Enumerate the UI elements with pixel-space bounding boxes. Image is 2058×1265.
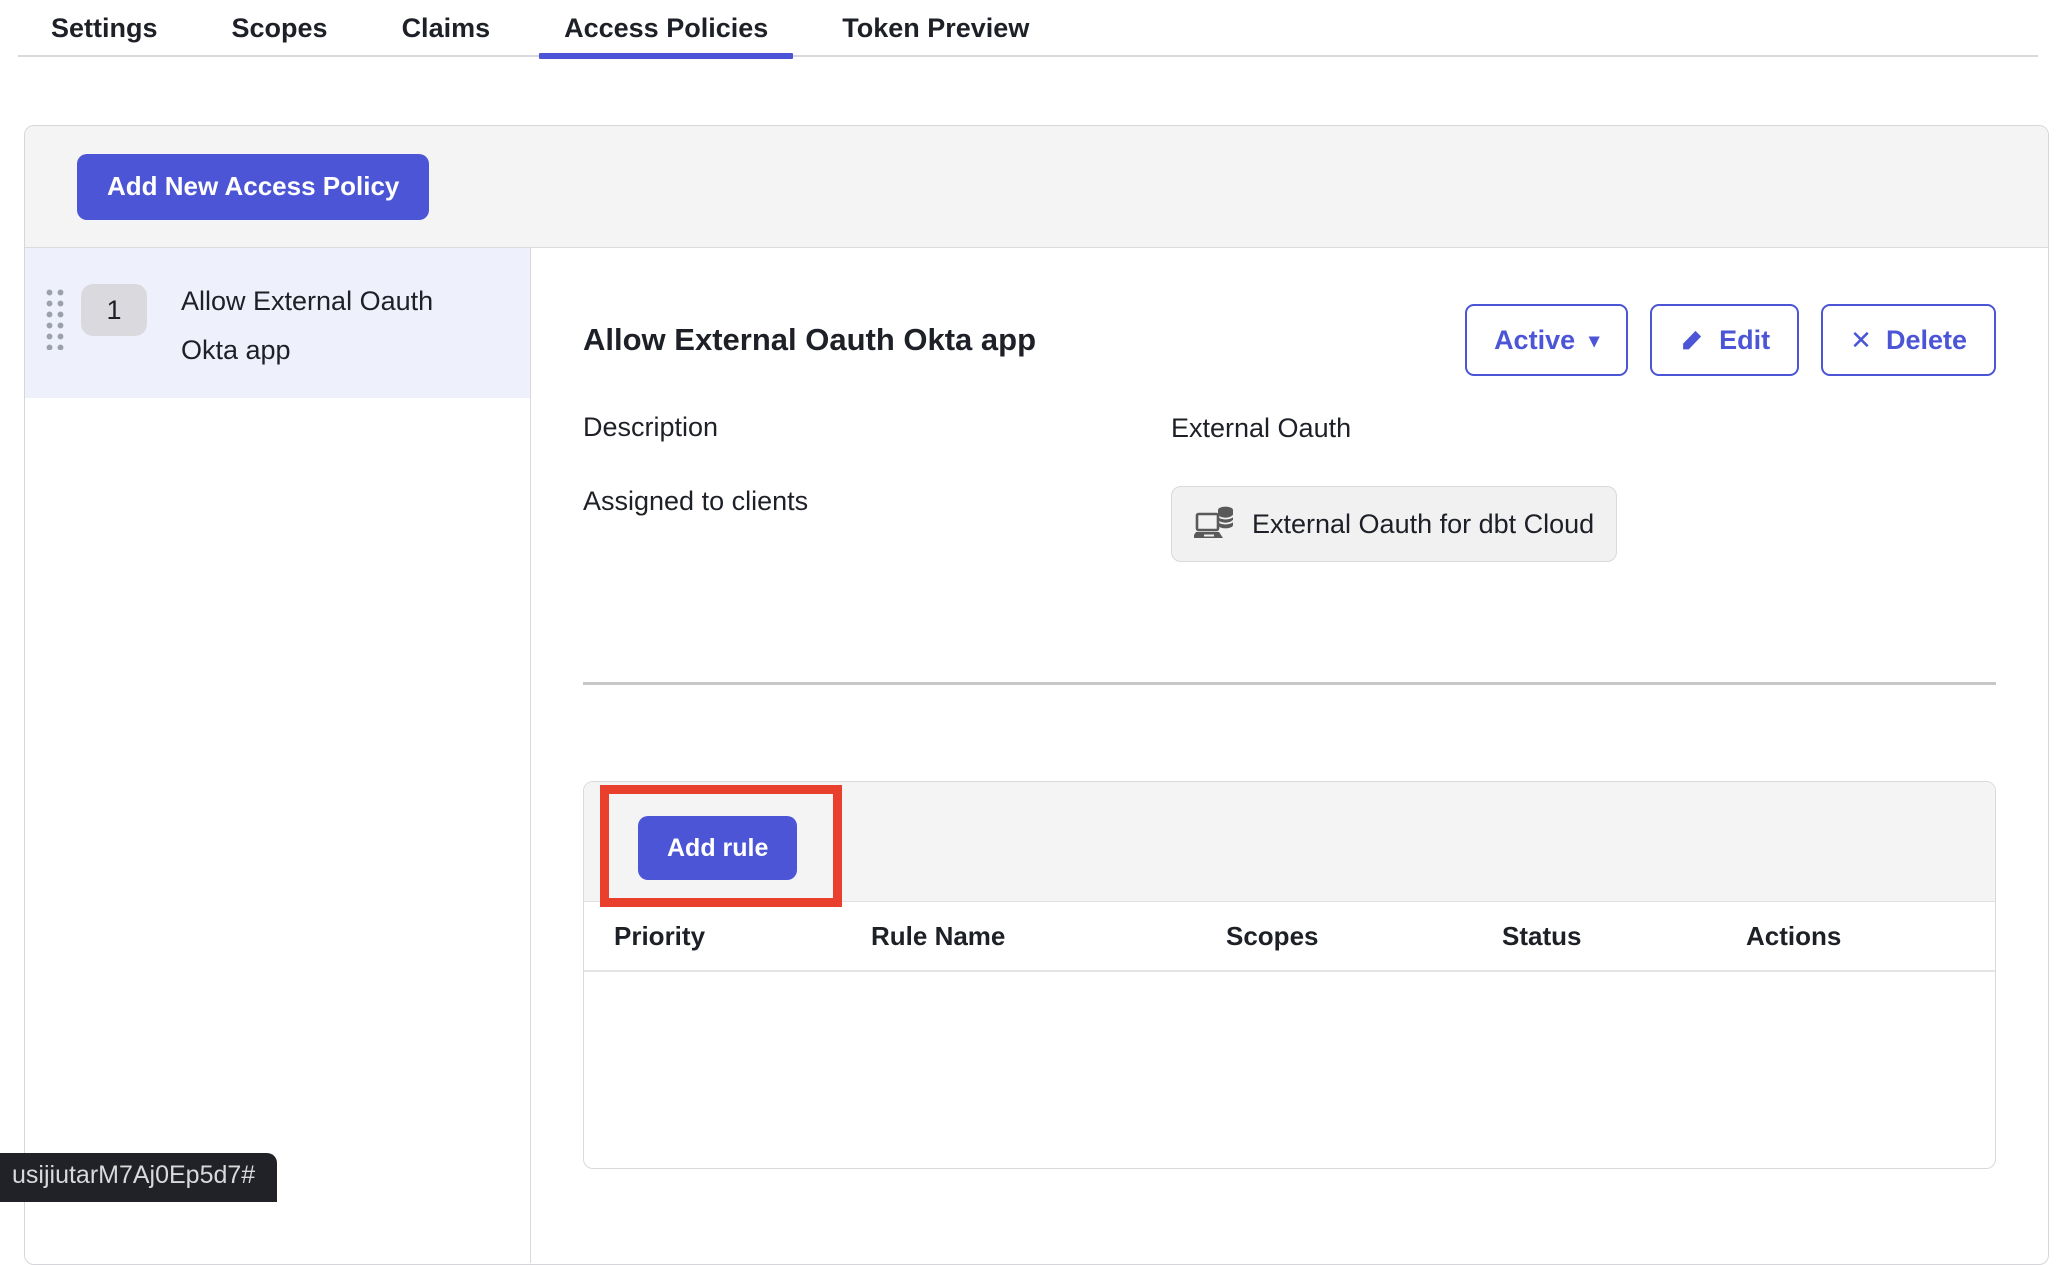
- access-policies-card: Add New Access Policy 1 Allow External O…: [24, 125, 2049, 1265]
- tab-settings-label: Settings: [51, 13, 158, 43]
- close-icon: ✕: [1850, 325, 1872, 356]
- column-header-scopes: Scopes: [1226, 921, 1502, 952]
- column-header-priority: Priority: [614, 921, 871, 952]
- delete-button-label: Delete: [1886, 325, 1967, 356]
- policy-header-row: Allow External Oauth Okta app Active ▾ E…: [583, 304, 1996, 376]
- rules-table-header-row: Priority Rule Name Scopes Status Actions: [584, 902, 1995, 972]
- tab-settings[interactable]: Settings: [51, 0, 158, 55]
- chevron-down-icon: ▾: [1589, 328, 1599, 353]
- policy-info-grid: Description External Oauth Assigned to c…: [583, 412, 1996, 562]
- active-status-label: Active: [1494, 325, 1575, 356]
- section-divider: [583, 682, 1996, 685]
- policy-list-item-label: Allow External Oauth Okta app: [181, 277, 481, 375]
- card-body: 1 Allow External Oauth Okta app Allow Ex…: [25, 248, 2048, 1263]
- policy-detail-panel: Allow External Oauth Okta app Active ▾ E…: [531, 248, 2048, 1263]
- edit-button[interactable]: Edit: [1650, 304, 1799, 376]
- description-value: External Oauth: [1171, 412, 1351, 444]
- assigned-client-chip[interactable]: External Oauth for dbt Cloud: [1171, 486, 1617, 562]
- tab-bar: Settings Scopes Claims Access Policies T…: [18, 0, 2038, 57]
- tab-access-policies[interactable]: Access Policies: [564, 0, 768, 55]
- add-new-access-policy-button[interactable]: Add New Access Policy: [77, 154, 429, 220]
- column-header-actions: Actions: [1746, 921, 1995, 952]
- assigned-client-chip-label: External Oauth for dbt Cloud: [1252, 509, 1594, 540]
- tab-token-preview-label: Token Preview: [842, 13, 1029, 43]
- description-label: Description: [583, 412, 718, 443]
- column-header-rule-name: Rule Name: [871, 921, 1226, 952]
- rules-table-empty-body: [584, 972, 1995, 1164]
- policy-list-sidebar: 1 Allow External Oauth Okta app: [25, 248, 531, 1263]
- active-status-dropdown-button[interactable]: Active ▾: [1465, 304, 1628, 376]
- link-preview-tooltip: usijiutarM7Aj0Ep5d7#: [0, 1153, 277, 1202]
- active-tab-underline: [539, 53, 793, 59]
- tab-token-preview[interactable]: Token Preview: [842, 0, 1029, 55]
- tab-claims-label: Claims: [402, 13, 491, 43]
- drag-dots-icon[interactable]: [43, 286, 65, 350]
- policy-priority-badge: 1: [81, 284, 147, 336]
- column-header-status: Status: [1502, 921, 1746, 952]
- rules-panel-header: Add rule: [584, 782, 1995, 902]
- delete-button[interactable]: ✕ Delete: [1821, 304, 1996, 376]
- policy-action-buttons: Active ▾ Edit ✕ Delete: [1465, 304, 1996, 376]
- rules-panel: Add rule Priority Rule Name Scopes Statu…: [583, 781, 1996, 1169]
- tab-scopes[interactable]: Scopes: [232, 0, 328, 55]
- edit-button-label: Edit: [1719, 325, 1770, 356]
- laptop-database-icon: [1194, 505, 1238, 543]
- policy-list-item-selected[interactable]: 1 Allow External Oauth Okta app: [25, 248, 530, 398]
- add-rule-button[interactable]: Add rule: [638, 816, 797, 880]
- assigned-to-clients-label: Assigned to clients: [583, 486, 808, 517]
- tab-claims[interactable]: Claims: [402, 0, 491, 55]
- page-title: Allow External Oauth Okta app: [583, 322, 1036, 358]
- tab-access-policies-label: Access Policies: [564, 13, 768, 43]
- tab-scopes-label: Scopes: [232, 13, 328, 43]
- pencil-icon: [1679, 327, 1705, 353]
- card-header: Add New Access Policy: [25, 126, 2048, 248]
